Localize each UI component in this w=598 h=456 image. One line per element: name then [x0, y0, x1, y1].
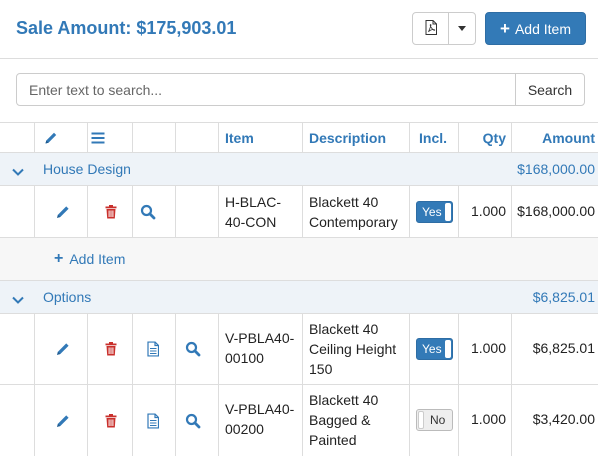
- included-toggle[interactable]: No: [416, 409, 453, 431]
- item-code: H-BLAC- 40-CON: [225, 194, 282, 230]
- search-input[interactable]: [16, 73, 516, 106]
- column-header-incl[interactable]: Incl.: [419, 130, 447, 146]
- group-row-options[interactable]: Options $6,825.01: [0, 280, 598, 313]
- search-button[interactable]: Search: [515, 73, 585, 106]
- column-header-description[interactable]: Description: [309, 130, 386, 146]
- item-amount: $168,000.00: [517, 203, 595, 219]
- edit-pencil-icon[interactable]: [56, 342, 70, 356]
- item-qty: 1.000: [470, 411, 506, 427]
- document-icon[interactable]: [147, 341, 159, 357]
- group-row-house-design[interactable]: House Design $168,000.00: [0, 152, 598, 185]
- included-toggle[interactable]: Yes: [416, 338, 453, 360]
- included-toggle[interactable]: Yes: [416, 201, 453, 223]
- group-name: Options: [43, 289, 92, 305]
- bars-icon[interactable]: [91, 132, 105, 143]
- edit-pencil-icon[interactable]: [56, 414, 70, 428]
- add-item-row: + Add Item: [0, 237, 598, 280]
- column-header-item[interactable]: Item: [225, 130, 254, 146]
- add-item-label: Add Item: [514, 20, 571, 37]
- chevron-down-icon[interactable]: [12, 291, 24, 307]
- group-total: $168,000.00: [517, 161, 595, 177]
- page-header: Sale Amount: $175,903.01 + Add Item: [0, 0, 598, 58]
- column-header-amount[interactable]: Amount: [542, 130, 595, 146]
- add-item-link[interactable]: + Add Item: [54, 250, 126, 268]
- search-bar: Search: [0, 58, 598, 122]
- file-pdf-icon: [425, 19, 437, 38]
- pdf-export-button[interactable]: [412, 12, 449, 45]
- item-description: Blackett 40 Contemporary: [309, 194, 398, 230]
- pencil-icon[interactable]: [45, 131, 58, 144]
- export-options-dropdown[interactable]: [448, 12, 476, 45]
- item-qty: 1.000: [470, 340, 506, 356]
- sale-items-grid: Item Description Incl. Qty Amount House …: [0, 122, 598, 456]
- edit-pencil-icon[interactable]: [56, 205, 70, 219]
- plus-icon: +: [500, 19, 510, 38]
- group-name: House Design: [43, 161, 131, 177]
- table-row: V-PBLA40- 00200 Blackett 40 Bagged & Painte…: [0, 384, 598, 456]
- item-amount: $3,420.00: [532, 411, 595, 427]
- group-total: $6,825.01: [532, 289, 595, 305]
- document-icon[interactable]: [147, 413, 159, 428]
- trash-icon[interactable]: [105, 342, 117, 356]
- item-description: Blackett 40 Bagged & Painted: [309, 392, 379, 448]
- column-header-qty[interactable]: Qty: [483, 130, 506, 146]
- table-row: V-PBLA40- 00100 Blackett 40 Ceiling Height…: [0, 313, 598, 384]
- add-item-link-label: Add Item: [69, 251, 126, 267]
- add-item-button[interactable]: + Add Item: [485, 12, 586, 45]
- item-description: Blackett 40 Ceiling Height 150: [309, 321, 397, 377]
- item-code: V-PBLA40- 00100: [225, 330, 295, 366]
- table-row: H-BLAC- 40-CON Blackett 40 Contemporary Ye…: [0, 185, 598, 237]
- trash-icon[interactable]: [105, 204, 117, 219]
- chevron-down-icon[interactable]: [12, 163, 24, 179]
- item-amount: $6,825.01: [532, 340, 595, 356]
- item-code: V-PBLA40- 00200: [225, 401, 295, 437]
- plus-icon: +: [54, 250, 64, 267]
- item-qty: 1.000: [470, 203, 506, 219]
- caret-down-icon: [458, 26, 466, 31]
- search-icon[interactable]: [185, 341, 201, 357]
- search-icon[interactable]: [140, 204, 156, 219]
- column-header-row: Item Description Incl. Qty Amount: [0, 122, 598, 152]
- search-icon[interactable]: [185, 413, 201, 428]
- sale-amount-title: Sale Amount: $175,903.01: [16, 18, 237, 38]
- trash-icon[interactable]: [105, 413, 117, 428]
